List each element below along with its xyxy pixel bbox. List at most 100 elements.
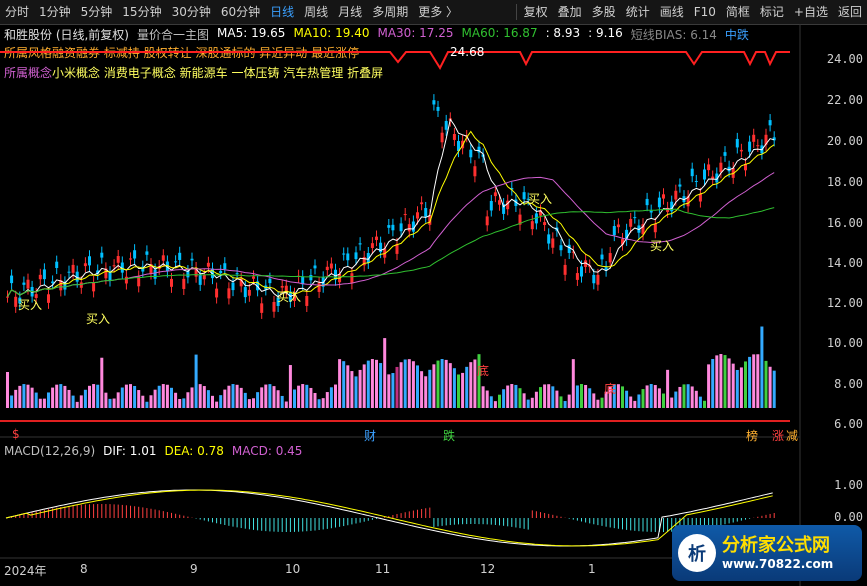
event-reduce-marker[interactable]: 减 — [786, 427, 798, 444]
volume-bar — [198, 384, 202, 408]
macd-label[interactable]: MACD(12,26,9) — [4, 444, 95, 460]
kline-chart[interactable] — [0, 0, 867, 586]
macd-tick: 0.00 — [834, 510, 863, 524]
volume-bar — [227, 385, 231, 408]
volume-bar — [473, 359, 477, 408]
candle — [493, 192, 497, 197]
volume-bar — [10, 395, 14, 408]
volume-bar — [243, 392, 247, 408]
candle — [596, 274, 600, 285]
volume-bar — [206, 390, 210, 408]
volume-bar — [502, 389, 506, 408]
candle — [55, 261, 59, 268]
event-finance-marker[interactable]: 财 — [364, 427, 376, 444]
volume-bar — [104, 392, 108, 408]
buy-signal: 买入 — [277, 290, 302, 304]
buy-signal: 买入 — [86, 312, 111, 326]
event-rank-marker[interactable]: 榜 — [746, 427, 758, 444]
candle — [551, 238, 555, 248]
volume-bar — [403, 359, 407, 408]
volume-bar — [22, 384, 26, 408]
volume-bar — [756, 354, 760, 408]
volume-bar — [137, 390, 141, 408]
volume-bar — [420, 371, 424, 408]
volume-bar — [161, 384, 165, 408]
price-tick: 14.00 — [826, 256, 863, 270]
volume-bar — [698, 396, 702, 408]
volume-bar — [575, 385, 579, 408]
buy-signal: 买入 — [528, 192, 553, 206]
volume-bar — [440, 359, 444, 408]
volume-bar — [461, 372, 465, 408]
volume-bar — [530, 397, 534, 408]
candle — [649, 210, 653, 213]
volume-bar — [715, 355, 719, 408]
time-tick: 2024年 — [4, 564, 47, 578]
candle — [174, 261, 178, 263]
candle — [674, 190, 678, 200]
candle — [272, 301, 276, 312]
volume-bar — [764, 360, 768, 408]
volume-bar — [657, 388, 661, 408]
volume-bar — [165, 384, 169, 408]
dif-value: DIF: 1.01 — [103, 444, 157, 458]
candle — [375, 236, 378, 241]
watermark-title: 分析家公式网 — [722, 535, 830, 556]
candle — [186, 271, 190, 278]
volume-bar — [280, 395, 284, 408]
volume-bar — [395, 366, 399, 408]
candle — [370, 243, 374, 248]
macd-tick: 1.00 — [834, 478, 863, 492]
candle — [153, 269, 157, 279]
volume-bar — [67, 389, 71, 408]
volume-bar — [190, 387, 194, 408]
event-rise-marker[interactable]: 涨 — [772, 427, 784, 444]
volume-bar — [293, 389, 296, 408]
candle — [707, 164, 711, 171]
candle — [129, 258, 132, 260]
candle — [559, 245, 563, 251]
candle — [124, 276, 128, 284]
volume-bar — [432, 364, 436, 408]
volume-bar — [416, 365, 419, 408]
volume-bar — [42, 398, 46, 408]
volume-bar — [452, 368, 456, 408]
volume-bar — [366, 360, 370, 408]
volume-bar — [272, 386, 276, 408]
candle — [88, 256, 91, 266]
volume-bar — [14, 389, 18, 408]
candle — [71, 264, 75, 273]
candle — [92, 282, 96, 292]
volume-bar — [707, 364, 711, 408]
volume-bar — [120, 387, 124, 408]
volume-bar — [342, 361, 346, 408]
candle — [489, 200, 493, 211]
candle — [79, 282, 83, 288]
volume-bar — [96, 384, 100, 408]
volume-bar — [108, 398, 112, 408]
watermark-url: www.70822.com — [722, 557, 834, 571]
event-drop-marker[interactable]: 跌 — [443, 427, 455, 444]
candle — [346, 253, 350, 261]
candle — [522, 192, 526, 200]
price-tick: 12.00 — [826, 296, 863, 310]
volume-bar — [83, 389, 87, 408]
volume-bar — [489, 396, 493, 408]
volume-bar — [129, 384, 132, 408]
candle — [313, 265, 317, 269]
volume-bar — [690, 386, 694, 408]
volume-bar — [38, 398, 42, 408]
volume-bar — [711, 358, 715, 408]
volume-bar — [383, 338, 387, 408]
price-tick: 18.00 — [826, 175, 863, 189]
volume-bar — [63, 385, 67, 408]
volume-bar — [26, 384, 30, 408]
volume-bar — [264, 384, 268, 408]
volume-bar — [719, 354, 723, 408]
volume-bar — [329, 387, 333, 408]
candle — [698, 193, 702, 202]
volume-bar — [194, 354, 198, 408]
volume-bar — [633, 400, 637, 408]
price-tick: 20.00 — [826, 134, 863, 148]
time-tick: 9 — [190, 562, 198, 576]
